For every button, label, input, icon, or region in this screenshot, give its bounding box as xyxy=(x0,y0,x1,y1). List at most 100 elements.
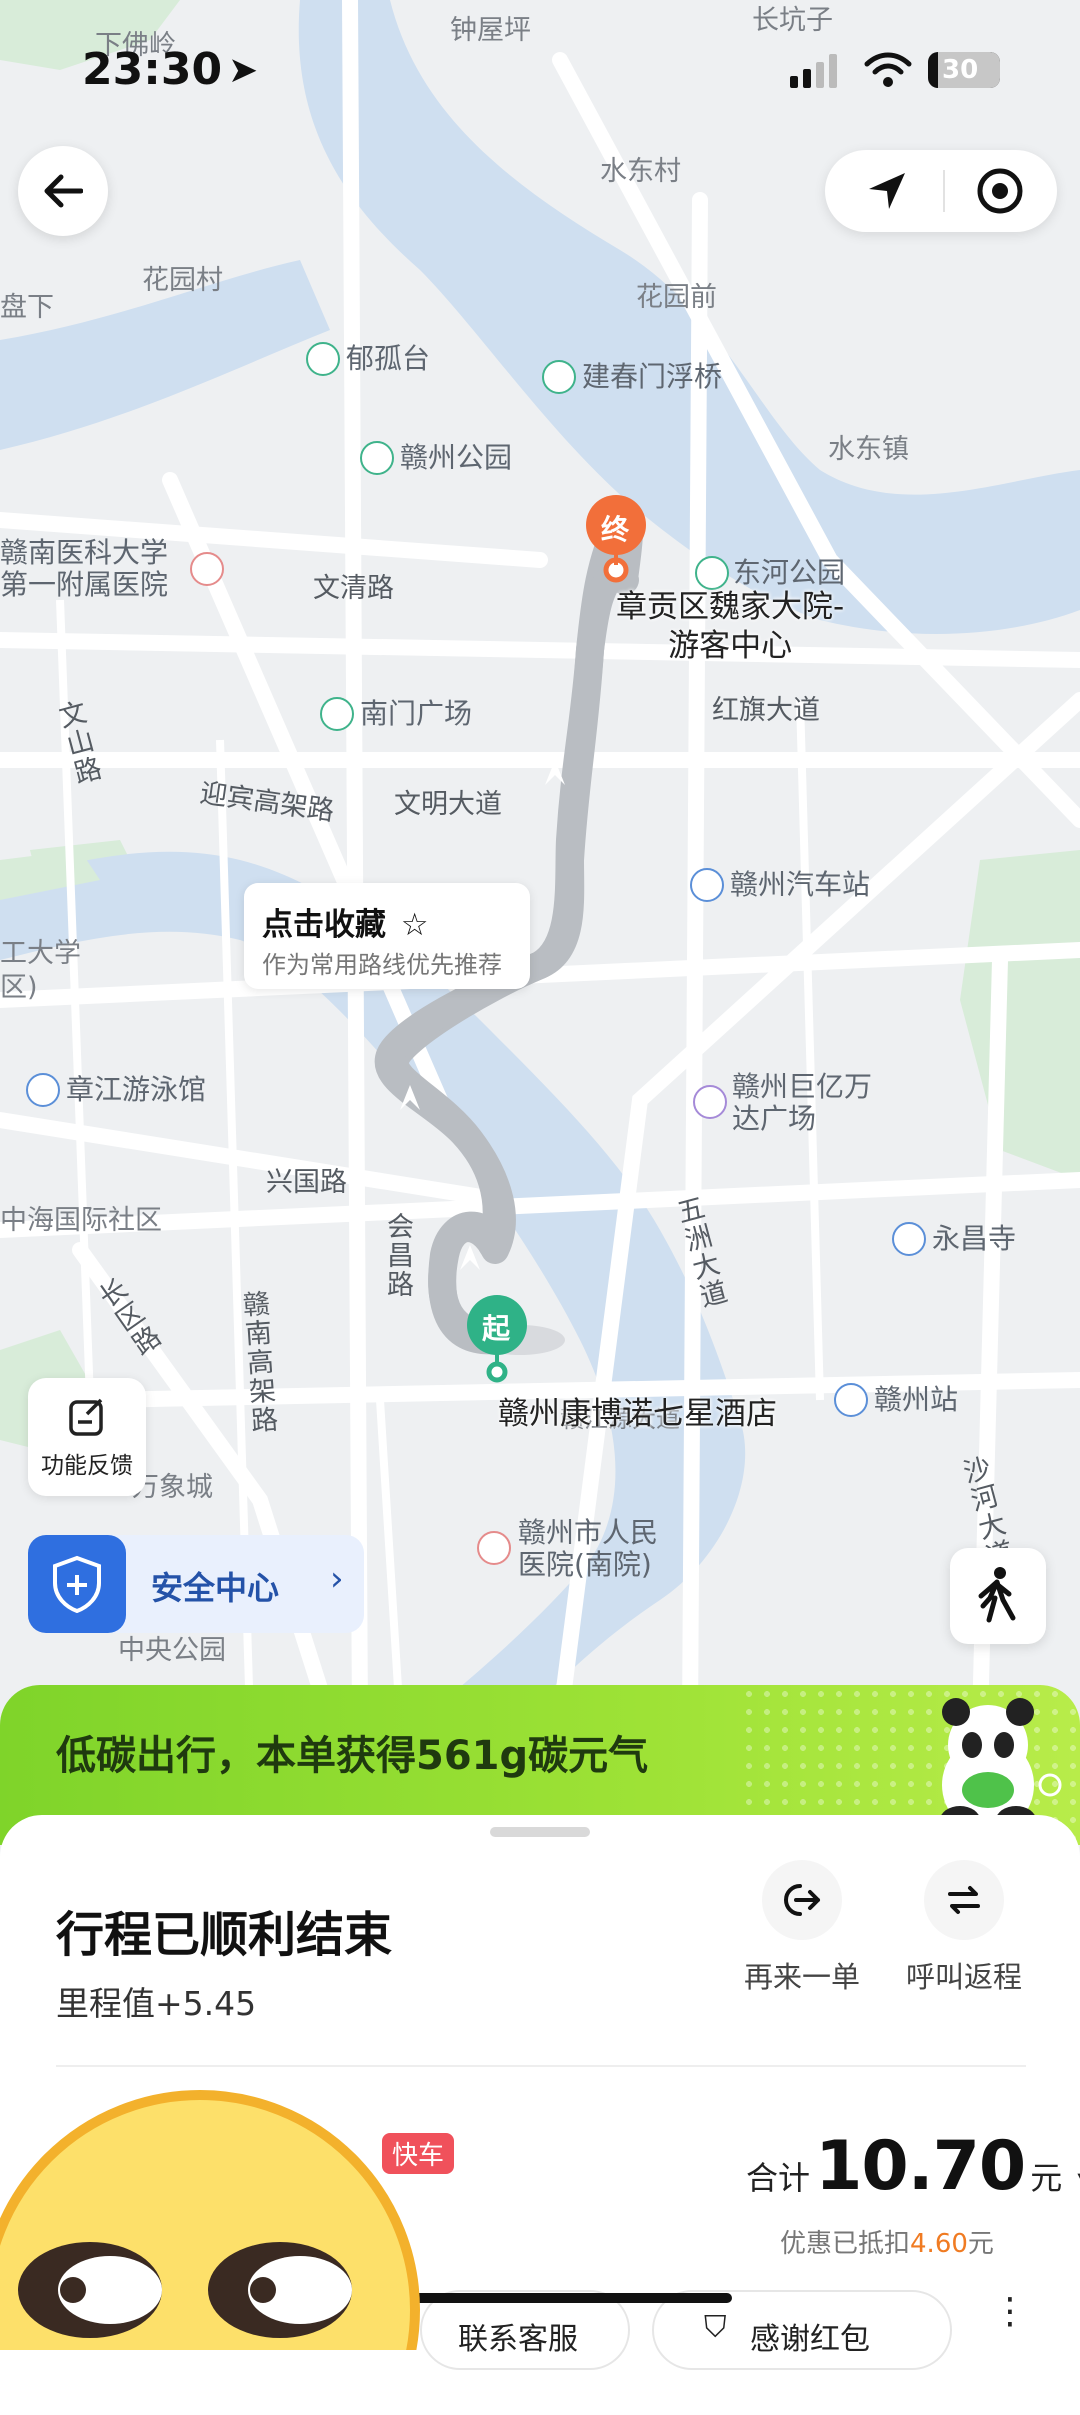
poi-label: 赣州巨亿万 xyxy=(732,1070,873,1103)
road-label: 文明大道 xyxy=(394,789,502,820)
return-icon-circle xyxy=(924,1860,1004,1940)
return-trip-button[interactable]: 呼叫返程 xyxy=(900,1860,1028,1996)
arrow-left-icon xyxy=(44,174,83,208)
shield-icon xyxy=(53,1555,101,1613)
map-label: 水东镇 xyxy=(828,434,909,465)
reorder-button[interactable]: 再来一单 xyxy=(738,1860,866,1996)
swap-icon xyxy=(948,1886,980,1914)
battery-level: 30 xyxy=(942,55,979,85)
safety-shield-badge xyxy=(28,1535,126,1633)
signal-icon xyxy=(790,54,837,88)
total-currency: 元 xyxy=(1030,2159,1063,2197)
recenter-icon[interactable] xyxy=(975,166,1025,216)
map-label: 工大学 xyxy=(0,938,81,969)
poi-label: 医院(南院) xyxy=(518,1548,652,1581)
hospital-icon xyxy=(190,552,224,586)
map-label: 花园村 xyxy=(142,265,223,296)
poi-label: 赣南医科大学 xyxy=(0,536,169,569)
hospital-icon xyxy=(477,1531,511,1565)
discount-line: 优惠已抵扣4.60元 xyxy=(780,2223,994,2260)
poi-label: 赣州站 xyxy=(874,1383,959,1416)
discount-prefix: 优惠已抵扣 xyxy=(780,2229,911,2259)
feedback-label: 功能反馈 xyxy=(41,1453,133,1479)
chevron-right-icon: › xyxy=(330,1559,344,1599)
poi-label: 赣州汽车站 xyxy=(730,868,871,901)
discount-suffix: 元 xyxy=(967,2229,994,2259)
route-map[interactable]: 下佛岭 钟屋坪 长坑子 水东村 花园村 盘下 花园前 水东镇 文清路 红旗大道 … xyxy=(0,0,1080,1720)
temple-icon xyxy=(892,1222,926,1256)
origin-name: 赣州康博诺七星酒店 xyxy=(498,1396,777,1432)
navigation-arrow-icon[interactable] xyxy=(865,169,909,213)
walking-person-icon xyxy=(978,1567,1016,1623)
poi-label: 永昌寺 xyxy=(932,1222,1017,1255)
status-bar: 23:30 ➤ 30 xyxy=(0,0,1080,130)
destination-name: 章贡区魏家大院- 游客中心 xyxy=(616,588,844,666)
scenic-icon xyxy=(542,360,576,394)
emoji-sticker-icon xyxy=(0,2090,420,2350)
road-label: 会昌路 xyxy=(382,1212,413,1299)
map-label: 花园前 xyxy=(636,282,717,313)
favorite-route-tip[interactable]: 点击收藏 ☆ 作为常用路线优先推荐 xyxy=(244,883,530,989)
gift-icon: ⛉ xyxy=(704,2310,727,2345)
poi-label: 郁孤台 xyxy=(346,342,431,375)
park-icon xyxy=(695,556,729,590)
poi-label: 赣州公园 xyxy=(400,441,513,474)
reorder-label: 再来一单 xyxy=(743,1960,860,1994)
poi-label: 达广场 xyxy=(732,1102,817,1135)
walk-button[interactable] xyxy=(950,1548,1046,1644)
star-icon: ☆ xyxy=(400,907,429,943)
fare-total[interactable]: 合计 10.70 元 ▼ xyxy=(746,2127,1080,2206)
total-prefix: 合计 xyxy=(746,2159,811,2197)
reorder-icon xyxy=(784,1884,820,1916)
shopping-icon xyxy=(693,1085,727,1119)
safety-center-button[interactable]: 安全中心 › xyxy=(28,1535,364,1633)
bus-station-icon xyxy=(690,868,724,902)
reorder-icon-circle xyxy=(762,1860,842,1940)
start-marker[interactable]: 起 xyxy=(482,1307,510,1347)
park-icon xyxy=(320,697,354,731)
more-options-icon[interactable]: ⋮ xyxy=(992,2294,1028,2330)
road-label: 兴国路 xyxy=(266,1167,347,1198)
poi-label: 章江游泳馆 xyxy=(66,1073,207,1106)
discount-amount: 4.60 xyxy=(910,2229,968,2259)
map-label: 区) xyxy=(0,972,38,1003)
map-background xyxy=(0,0,1080,1720)
poi-label: 东河公园 xyxy=(733,556,846,589)
destination-name-line2: 游客中心 xyxy=(668,627,793,664)
map-label: 中央公园 xyxy=(118,1635,226,1666)
poi-label: 第一附属医院 xyxy=(0,568,169,601)
map-label: 中海国际社区 xyxy=(0,1205,162,1236)
total-amount: 10.70 xyxy=(815,2127,1026,2206)
swimming-icon xyxy=(26,1073,60,1107)
status-time: 23:30 xyxy=(82,44,223,95)
feedback-button[interactable]: 功能反馈 xyxy=(28,1378,146,1496)
return-trip-label: 呼叫返程 xyxy=(905,1960,1022,1994)
battery-icon: 30 xyxy=(928,52,1000,88)
thank-tip-label: 感谢红包 xyxy=(750,2322,870,2357)
feedback-icon xyxy=(69,1398,103,1436)
road-label: 文清路 xyxy=(313,573,394,604)
back-button[interactable] xyxy=(18,146,108,236)
low-carbon-text: 低碳出行，本单获得561g碳元气 xyxy=(56,1733,649,1779)
poi-label: 建春门浮桥 xyxy=(582,360,723,393)
map-label: 盘下 xyxy=(0,292,54,323)
road-label: 红旗大道 xyxy=(712,695,820,726)
contact-service-label: 联系客服 xyxy=(458,2322,578,2357)
favorite-tip-title: 点击收藏 xyxy=(262,907,386,943)
trip-status-title: 行程已顺利结束 xyxy=(56,1907,393,1963)
destination-name-line1: 章贡区魏家大院- xyxy=(616,589,845,625)
map-controls xyxy=(825,150,1057,232)
poi-label: 南门广场 xyxy=(360,697,473,730)
train-station-icon xyxy=(834,1383,868,1417)
safety-center-label: 安全中心 xyxy=(151,1569,280,1607)
mileage-value[interactable]: 里程值+5.45 xyxy=(56,1977,256,2025)
scenic-icon xyxy=(306,342,340,376)
wifi-icon xyxy=(864,52,912,87)
favorite-tip-title-row: 点击收藏 ☆ xyxy=(262,899,429,944)
favorite-tip-subtitle: 作为常用路线优先推荐 xyxy=(262,951,502,979)
divider xyxy=(943,170,945,212)
park-icon xyxy=(360,441,394,475)
poi-label: 赣州市人民 xyxy=(518,1516,659,1549)
sheet-handle[interactable] xyxy=(490,1827,590,1837)
end-marker[interactable]: 终 xyxy=(601,508,629,548)
